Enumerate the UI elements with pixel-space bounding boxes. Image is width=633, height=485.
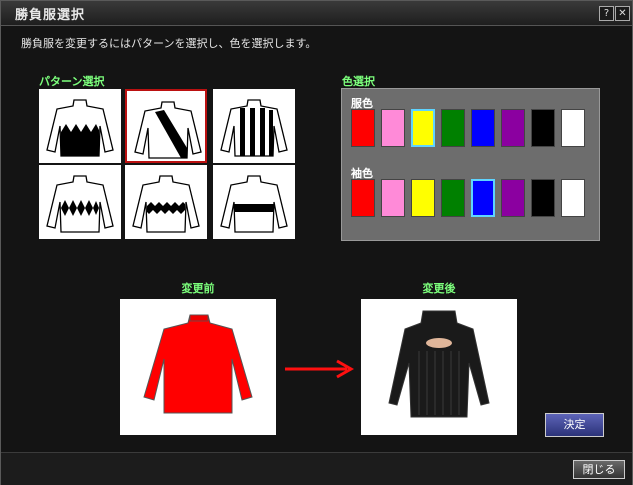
- body-color-swatch-4[interactable]: [441, 109, 465, 147]
- pattern-option-1[interactable]: [39, 89, 121, 163]
- instruction-text: 勝負服を変更するにはパターンを選択し、色を選択します。: [21, 37, 317, 50]
- window-title: 勝負服選択: [15, 8, 86, 23]
- color-panel: 服色 袖色: [341, 88, 600, 241]
- pattern-option-2[interactable]: [125, 89, 207, 163]
- title-bar: 勝負服選択 ? ✕: [1, 1, 632, 26]
- arrow-right-icon: [285, 359, 355, 379]
- shirt-pattern-zigzag-band-icon: [132, 175, 200, 233]
- before-preview: [120, 299, 276, 435]
- body-color-swatch-6[interactable]: [501, 109, 525, 147]
- shirt-pattern-diamonds-icon: [46, 175, 114, 233]
- decide-button[interactable]: 決定: [545, 413, 604, 437]
- sleeve-color-swatch-4[interactable]: [441, 179, 465, 217]
- sleeve-color-swatch-6[interactable]: [501, 179, 525, 217]
- after-preview: [361, 299, 517, 435]
- color-section-title: 色選択: [342, 75, 375, 88]
- sleeve-color-swatch-5[interactable]: [471, 179, 495, 217]
- sleeve-color-swatch-1[interactable]: [351, 179, 375, 217]
- shirt-pattern-horizontal-band-icon: [220, 175, 288, 233]
- close-window-button[interactable]: ✕: [615, 6, 630, 21]
- sleeve-color-swatch-8[interactable]: [561, 179, 585, 217]
- red-shirt-image: [143, 314, 253, 414]
- help-button[interactable]: ?: [599, 6, 614, 21]
- black-knit-top-image: [388, 310, 490, 418]
- body-color-swatch-7[interactable]: [531, 109, 555, 147]
- body-color-swatch-5[interactable]: [471, 109, 495, 147]
- pattern-option-6[interactable]: [213, 165, 295, 239]
- sleeve-color-swatch-3[interactable]: [411, 179, 435, 217]
- after-title: 変更後: [422, 282, 456, 295]
- close-button[interactable]: 閉じる: [573, 460, 625, 479]
- uniform-select-window: 勝負服選択 ? ✕ 勝負服を変更するにはパターンを選択し、色を選択します。 パタ…: [0, 0, 633, 485]
- sleeve-color-swatch-2[interactable]: [381, 179, 405, 217]
- pattern-option-3[interactable]: [213, 89, 295, 163]
- footer-bar: 閉じる: [1, 452, 632, 485]
- pattern-section-title: パターン選択: [39, 75, 105, 88]
- body-color-swatch-8[interactable]: [561, 109, 585, 147]
- before-title: 変更前: [181, 282, 215, 295]
- pattern-option-5[interactable]: [125, 165, 207, 239]
- pattern-option-4[interactable]: [39, 165, 121, 239]
- shirt-pattern-diagonal-sash-icon: [134, 101, 202, 159]
- body-color-swatch-2[interactable]: [381, 109, 405, 147]
- shirt-pattern-zigzag-bottom-icon: [46, 99, 114, 157]
- body-color-swatch-3[interactable]: [411, 109, 435, 147]
- body-color-swatch-1[interactable]: [351, 109, 375, 147]
- shirt-pattern-vertical-stripes-icon: [220, 99, 288, 157]
- sleeve-color-swatch-7[interactable]: [531, 179, 555, 217]
